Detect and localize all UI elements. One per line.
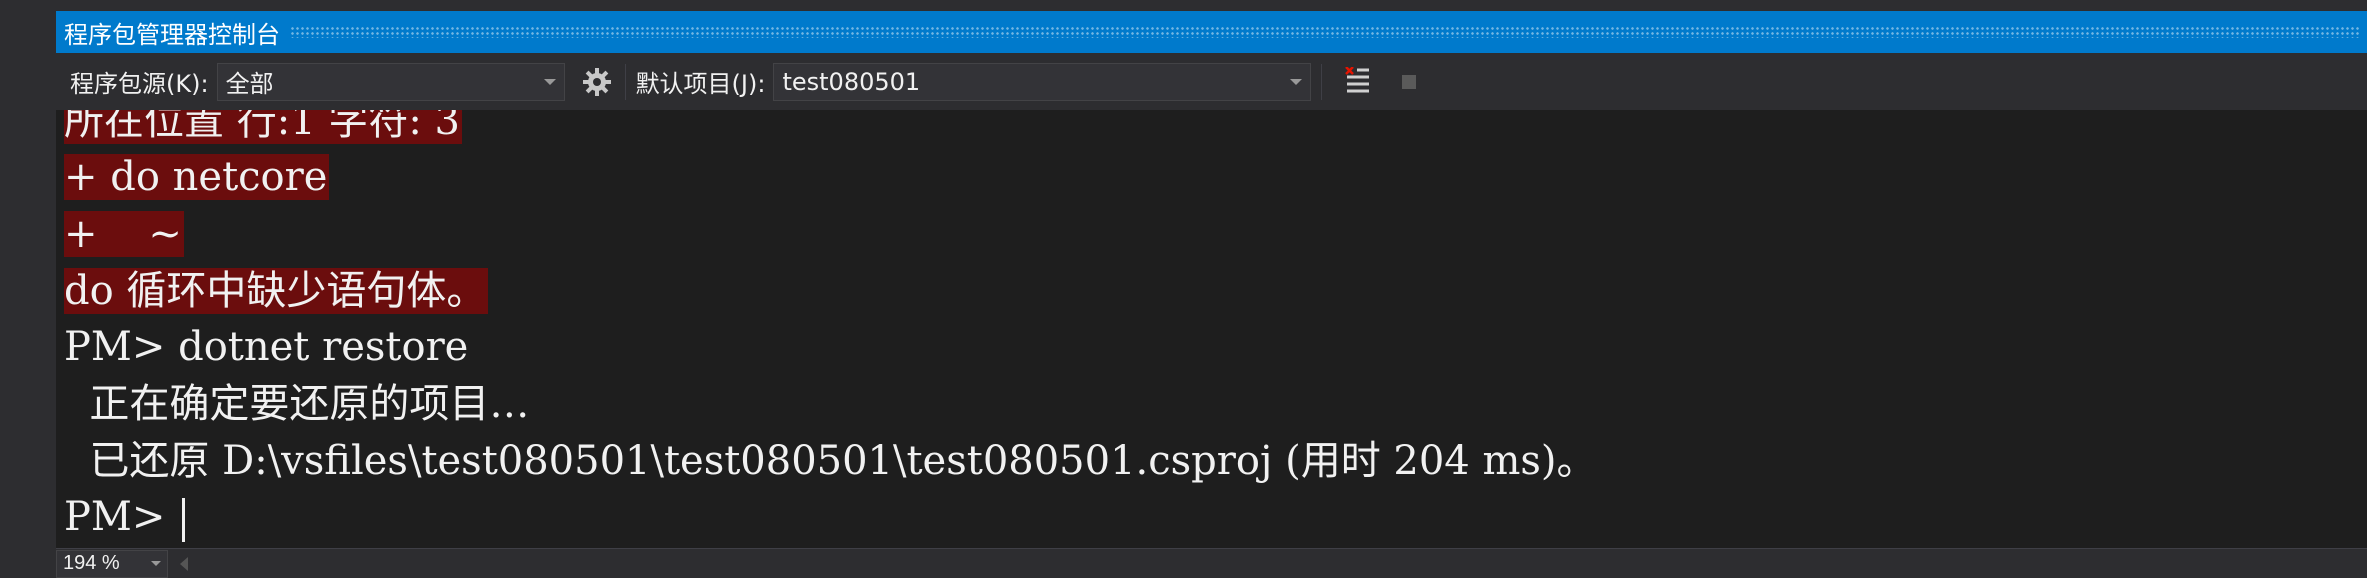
error-text: 所在位置 行:1 字符: 3 (64, 110, 462, 144)
chevron-down-icon (151, 561, 161, 566)
default-project-label: 默认项目(J): (635, 70, 766, 98)
clear-console-icon[interactable] (1340, 64, 1376, 100)
prompt-text: PM> (64, 494, 179, 540)
console-line: 已还原 D:\vsfiles\test080501\test080501\tes… (64, 436, 1597, 486)
package-source-value: 全部 (225, 70, 274, 98)
stop-icon[interactable] (1402, 74, 1417, 89)
horizontal-scrollbar[interactable] (188, 549, 2367, 578)
toolbar-separator (624, 63, 626, 100)
chevron-down-icon (1290, 78, 1303, 85)
window-title: 程序包管理器控制台 (64, 20, 280, 49)
default-project-value: test080501 (782, 67, 921, 96)
console-bottom-bar: 194 % (56, 548, 2367, 578)
console-line: PM> dotnet restore (64, 322, 468, 372)
scroll-left-icon[interactable] (180, 556, 188, 571)
command-text: PM> dotnet restore (64, 324, 469, 370)
package-source-dropdown[interactable]: 全部 (216, 62, 565, 101)
console-line: 正在确定要还原的项目… (64, 379, 529, 429)
prompt-line[interactable]: PM> (64, 492, 186, 542)
error-text: + ~ (64, 211, 184, 257)
package-source-label: 程序包源(K): (70, 70, 209, 98)
title-drag-grip[interactable] (290, 26, 2361, 38)
ide-left-margin (0, 0, 56, 578)
console-line: + do netcore (64, 152, 330, 202)
output-text: 正在确定要还原的项目… (64, 381, 530, 427)
console-line: + ~ (64, 209, 184, 259)
package-manager-console-window: 程序包管理器控制台 程序包源(K): 全部 默认项目(J): test08050… (56, 11, 2367, 578)
text-cursor (182, 498, 186, 542)
error-text: do 循环中缺少语句体。 (64, 268, 489, 314)
output-text: 已还原 D:\vsfiles\test080501\test080501\tes… (64, 438, 1597, 484)
gear-icon[interactable] (579, 64, 615, 100)
title-bar[interactable]: 程序包管理器控制台 (56, 11, 2367, 53)
console-line: 所在位置 行:1 字符: 3 (64, 110, 462, 146)
console-output[interactable]: 所在位置 行:1 字符: 3 + do netcore + ~ do 循环中缺少… (56, 110, 2367, 548)
chevron-down-icon (543, 78, 556, 85)
zoom-dropdown[interactable]: 194 % (56, 549, 168, 578)
toolbar-separator (1321, 63, 1323, 100)
console-toolbar: 程序包源(K): 全部 默认项目(J): test080501 (56, 53, 2367, 110)
console-line: do 循环中缺少语句体。 (64, 266, 489, 316)
zoom-value: 194 % (63, 552, 120, 574)
error-text: + do netcore (64, 154, 330, 200)
default-project-dropdown[interactable]: test080501 (773, 62, 1312, 101)
